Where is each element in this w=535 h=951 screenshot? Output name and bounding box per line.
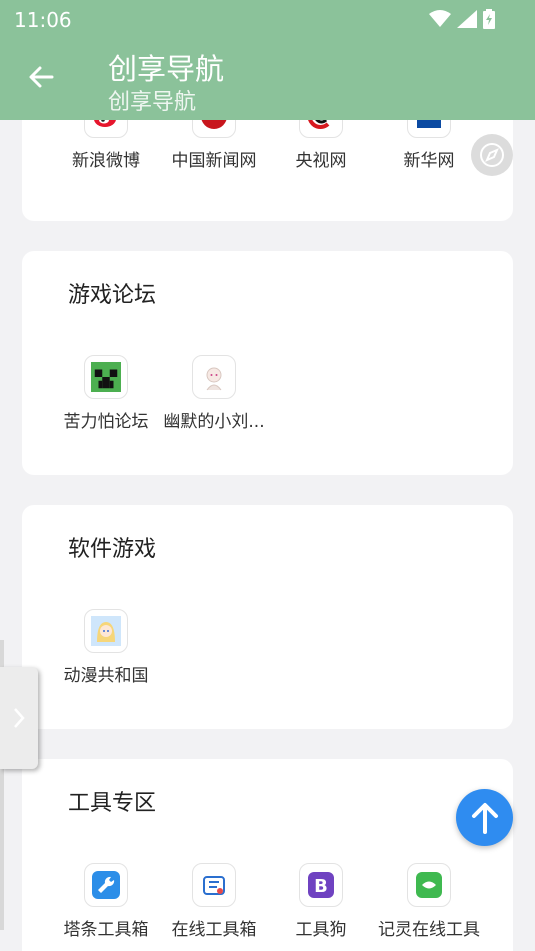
link-item[interactable]: 央视网: [267, 120, 375, 171]
weibo-icon: [84, 120, 128, 138]
anime-girl-icon: [84, 609, 128, 653]
link-label: 中国新闻网: [171, 151, 257, 171]
jiling-icon: [407, 863, 451, 907]
link-label: 记灵在线工具: [378, 920, 480, 940]
battery-icon: [483, 9, 495, 29]
link-label: 工具狗: [295, 920, 347, 940]
link-item[interactable]: 新华网: [375, 120, 483, 171]
link-label: 动漫共和国: [63, 666, 149, 686]
arrow-up-icon: [471, 802, 498, 834]
link-item[interactable]: 幽默的小刘...: [160, 355, 268, 432]
section-card-game-forum: 游戏论坛 苦力怕论坛 幽默的小刘...: [22, 251, 513, 475]
compass-icon: [480, 143, 504, 167]
xinhua-icon: [407, 120, 451, 138]
content-scroll[interactable]: 新浪微博 中国新闻网 央视网 新华网 游戏论坛 苦力怕论坛 幽默的小刘... 软…: [0, 120, 535, 951]
link-item[interactable]: 在线工具箱: [160, 863, 268, 940]
signal-icon: [457, 10, 477, 28]
app-bar: 创享导航 创享导航: [0, 36, 535, 120]
chevron-right-icon: [14, 708, 25, 728]
link-item[interactable]: 中国新闻网: [160, 120, 268, 171]
status-bar: 11:06: [0, 0, 535, 36]
link-label: 央视网: [295, 151, 347, 171]
link-item[interactable]: 塔条工具箱: [52, 863, 160, 940]
status-icons: [429, 9, 495, 29]
cctv-icon: [299, 120, 343, 138]
page-title: 创享导航: [108, 52, 225, 86]
link-item[interactable]: 记灵在线工具: [375, 863, 483, 940]
section-card-tools: 工具专区 塔条工具箱 在线工具箱 B 工具狗 记灵在线工具: [22, 759, 513, 951]
chinanews-icon: [192, 120, 236, 138]
link-label: 在线工具箱: [171, 920, 257, 940]
link-label: 幽默的小刘...: [163, 412, 265, 432]
section-title: 软件游戏: [68, 537, 157, 562]
anime-avatar-icon: [192, 355, 236, 399]
svg-text:B: B: [314, 876, 328, 897]
toolbox-icon: [192, 863, 236, 907]
link-item[interactable]: B 工具狗: [267, 863, 375, 940]
link-item[interactable]: 新浪微博: [52, 120, 160, 171]
page-subtitle: 创享导航: [108, 90, 197, 115]
wifi-icon: [429, 10, 451, 27]
back-arrow-icon[interactable]: [26, 62, 56, 92]
section-card-software-games: 软件游戏 动漫共和国: [22, 505, 513, 729]
scroll-top-button[interactable]: [456, 789, 513, 846]
compass-button[interactable]: [471, 134, 513, 176]
link-item[interactable]: 动漫共和国: [52, 609, 160, 686]
wrench-icon: [84, 863, 128, 907]
status-time: 11:06: [14, 8, 72, 32]
drawer-handle[interactable]: [0, 667, 38, 769]
link-label: 苦力怕论坛: [63, 412, 149, 432]
link-label: 新华网: [403, 151, 455, 171]
section-title: 工具专区: [68, 791, 157, 816]
section-card-news: 新浪微博 中国新闻网 央视网 新华网: [22, 120, 513, 221]
section-title: 游戏论坛: [68, 283, 157, 308]
link-item[interactable]: 苦力怕论坛: [52, 355, 160, 432]
creeper-icon: [84, 355, 128, 399]
link-label: 塔条工具箱: [63, 920, 149, 940]
link-label: 新浪微博: [72, 151, 140, 171]
bootstrap-b-icon: B: [299, 863, 343, 907]
